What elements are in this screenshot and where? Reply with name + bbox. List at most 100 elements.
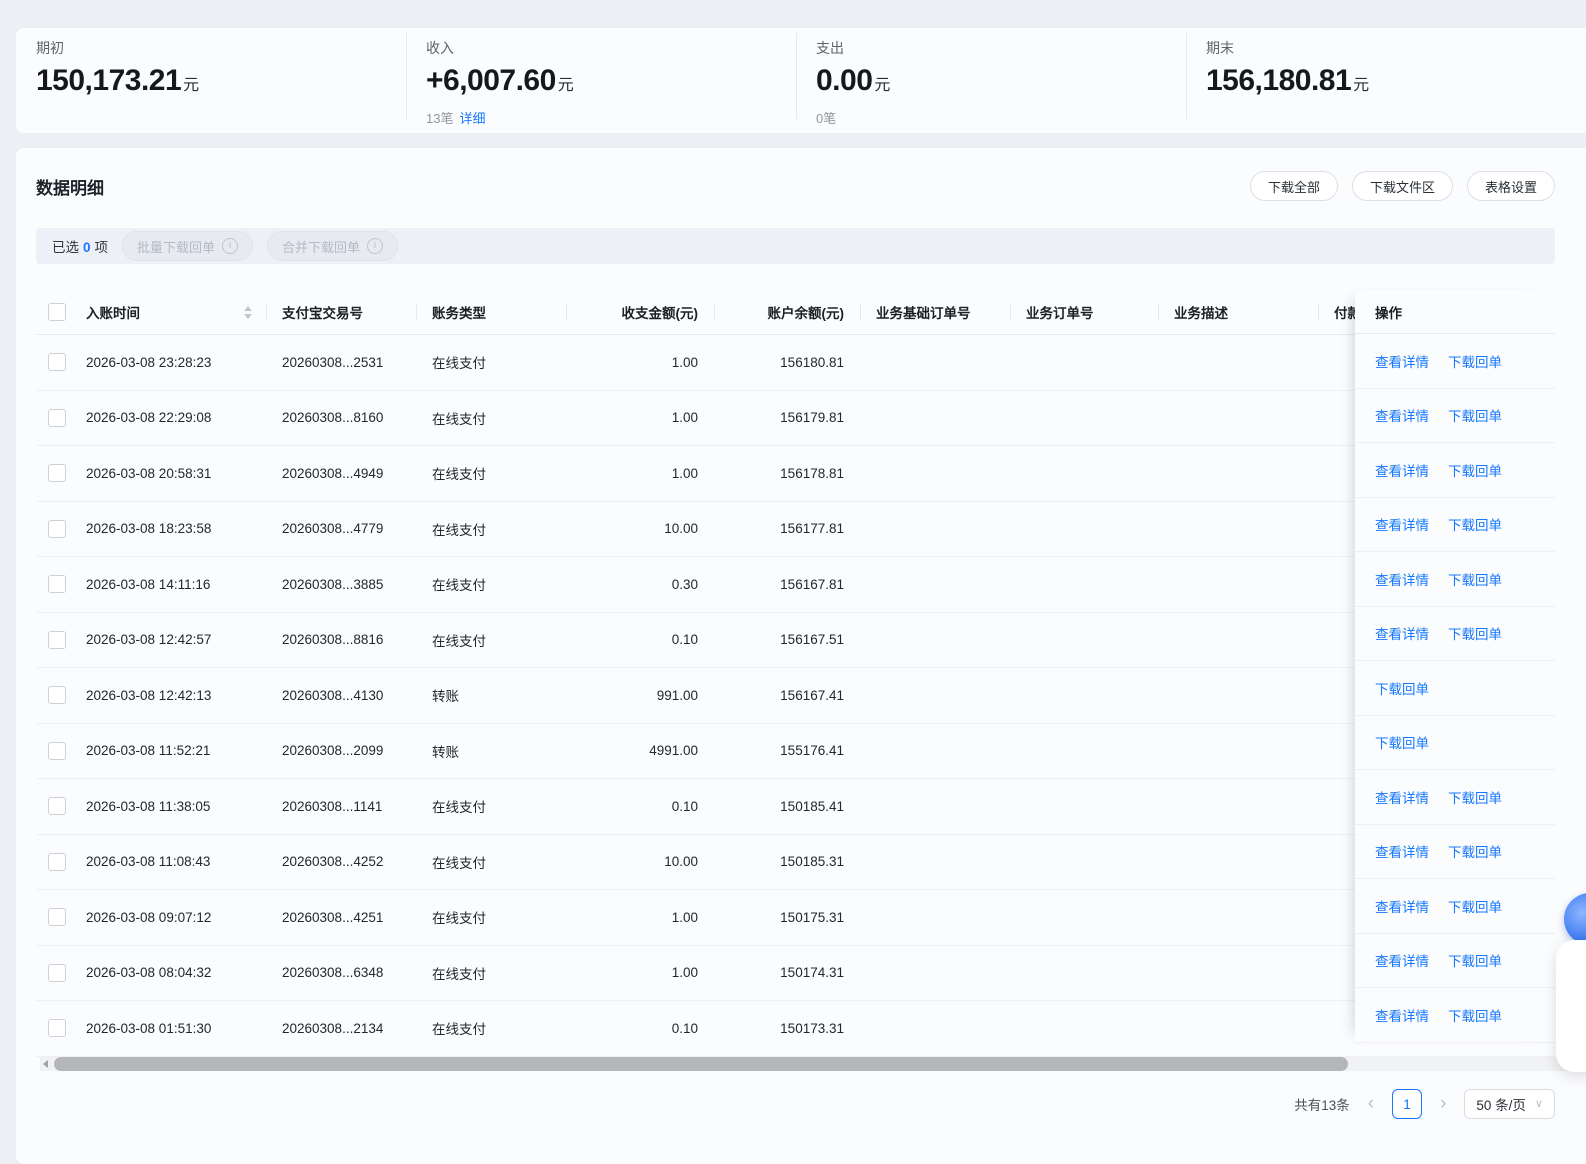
currency-unit: 元 <box>1353 77 1369 94</box>
row-checkbox[interactable] <box>48 353 66 371</box>
cell-checkbox <box>36 890 84 945</box>
cell-desc <box>1158 1001 1318 1056</box>
download-receipt-link[interactable]: 下载回单 <box>1448 950 1502 970</box>
table-settings-button[interactable]: 表格设置 <box>1467 171 1555 201</box>
sort-icon[interactable] <box>244 306 252 319</box>
download-receipt-link[interactable]: 下载回单 <box>1448 623 1502 643</box>
download-receipt-link[interactable]: 下载回单 <box>1448 569 1502 589</box>
download-receipt-link[interactable]: 下载回单 <box>1375 732 1429 752</box>
view-detail-link[interactable]: 查看详情 <box>1375 514 1429 534</box>
download-receipt-link[interactable]: 下载回单 <box>1448 1005 1502 1025</box>
view-detail-link[interactable]: 查看详情 <box>1375 950 1429 970</box>
view-detail-link[interactable]: 查看详情 <box>1375 787 1429 807</box>
column-header-checkbox <box>36 290 84 334</box>
row-checkbox[interactable] <box>48 409 66 427</box>
cell-order <box>1010 835 1158 890</box>
cell-txn: 20260308...2099 <box>266 724 416 779</box>
summary-label: 支出 <box>816 38 1186 58</box>
page-size-select[interactable]: 50 条/页∨ <box>1464 1089 1555 1119</box>
row-checkbox[interactable] <box>48 853 66 871</box>
currency-unit: 元 <box>558 77 574 94</box>
column-header-balance: 账户余额(元) <box>714 290 860 334</box>
cell-type: 转账 <box>416 724 566 779</box>
floating-side-panel[interactable] <box>1556 940 1586 1072</box>
next-page-button[interactable]: › <box>1438 1094 1448 1113</box>
data-detail-panel: 数据明细 下载全部 下载文件区 表格设置 已选0项 批量下载回单i 合并下载回单… <box>16 148 1586 1164</box>
view-detail-link[interactable]: 查看详情 <box>1375 841 1429 861</box>
row-checkbox[interactable] <box>48 575 66 593</box>
cell-balance: 150185.31 <box>714 835 860 890</box>
summary-expense: 支出 0.00元 0笔 <box>796 28 1186 133</box>
row-checkbox[interactable] <box>48 520 66 538</box>
cell-balance: 150173.31 <box>714 1001 860 1056</box>
view-detail-link[interactable]: 查看详情 <box>1375 460 1429 480</box>
download-receipt-link[interactable]: 下载回单 <box>1448 514 1502 534</box>
prev-page-button[interactable]: ‹ <box>1366 1094 1376 1113</box>
cell-base_order <box>860 724 1010 779</box>
column-header-txn: 支付宝交易号 <box>266 290 416 334</box>
cell-time: 2026-03-08 11:08:43 <box>84 835 266 890</box>
download-receipt-link[interactable]: 下载回单 <box>1448 896 1502 916</box>
merge-download-button[interactable]: 合并下载回单i <box>267 231 398 261</box>
scrollbar-thumb[interactable] <box>54 1057 1348 1071</box>
cell-time: 2026-03-08 18:23:58 <box>84 502 266 557</box>
row-actions: 查看详情下载回单 <box>1355 607 1555 662</box>
cell-time: 2026-03-08 11:38:05 <box>84 779 266 834</box>
row-checkbox[interactable] <box>48 908 66 926</box>
cell-time: 2026-03-08 11:52:21 <box>84 724 266 779</box>
view-detail-link[interactable]: 查看详情 <box>1375 405 1429 425</box>
cell-amount: 1.00 <box>566 890 714 945</box>
row-checkbox[interactable] <box>48 631 66 649</box>
column-header-time: 入账时间 <box>84 290 266 334</box>
download-receipt-link[interactable]: 下载回单 <box>1448 351 1502 371</box>
download-receipt-link[interactable]: 下载回单 <box>1448 787 1502 807</box>
cell-txn: 20260308...1141 <box>266 779 416 834</box>
select-all-checkbox[interactable] <box>48 303 66 321</box>
view-detail-link[interactable]: 查看详情 <box>1375 1005 1429 1025</box>
row-checkbox[interactable] <box>48 464 66 482</box>
row-checkbox[interactable] <box>48 964 66 982</box>
column-header-label: 收支金额(元) <box>622 302 699 322</box>
view-detail-link[interactable]: 查看详情 <box>1375 896 1429 916</box>
selection-count: 0 <box>83 240 91 255</box>
cell-time: 2026-03-08 22:29:08 <box>84 391 266 446</box>
row-checkbox[interactable] <box>48 1019 66 1037</box>
download-all-button[interactable]: 下载全部 <box>1250 171 1338 201</box>
cell-time: 2026-03-08 14:11:16 <box>84 557 266 612</box>
cell-checkbox <box>36 946 84 1001</box>
selection-bar: 已选0项 批量下载回单i 合并下载回单i <box>36 228 1555 264</box>
toolbar: 下载全部 下载文件区 表格设置 <box>1250 171 1555 201</box>
income-detail-link[interactable]: 详细 <box>459 111 485 126</box>
cell-balance: 150175.31 <box>714 890 860 945</box>
download-receipt-link[interactable]: 下载回单 <box>1375 678 1429 698</box>
view-detail-link[interactable]: 查看详情 <box>1375 569 1429 589</box>
cell-type: 在线支付 <box>416 335 566 390</box>
cell-base_order <box>860 835 1010 890</box>
cell-checkbox <box>36 835 84 890</box>
download-receipt-link[interactable]: 下载回单 <box>1448 405 1502 425</box>
cell-order <box>1010 391 1158 446</box>
row-checkbox[interactable] <box>48 686 66 704</box>
download-receipt-link[interactable]: 下载回单 <box>1448 841 1502 861</box>
cell-checkbox <box>36 668 84 723</box>
row-actions: 查看详情下载回单 <box>1355 934 1555 989</box>
column-header-order: 业务订单号 <box>1010 290 1158 334</box>
summary-sub: 0笔 <box>816 111 1186 127</box>
column-header-label: 入账时间 <box>86 302 140 322</box>
cell-balance: 156167.51 <box>714 613 860 668</box>
summary-label: 期初 <box>36 38 406 58</box>
download-zone-button[interactable]: 下载文件区 <box>1352 171 1453 201</box>
cell-order <box>1010 724 1158 779</box>
view-detail-link[interactable]: 查看详情 <box>1375 623 1429 643</box>
cell-balance: 150174.31 <box>714 946 860 1001</box>
batch-download-button[interactable]: 批量下载回单i <box>122 231 253 261</box>
horizontal-scrollbar[interactable] <box>40 1057 1570 1071</box>
table-row: 2026-03-08 08:04:3220260308...6348在线支付1.… <box>36 946 1555 1002</box>
view-detail-link[interactable]: 查看详情 <box>1375 351 1429 371</box>
row-checkbox[interactable] <box>48 742 66 760</box>
ops-column-body: 查看详情下载回单查看详情下载回单查看详情下载回单查看详情下载回单查看详情下载回单… <box>1355 334 1555 1043</box>
scroll-left-arrow[interactable] <box>43 1060 48 1068</box>
download-receipt-link[interactable]: 下载回单 <box>1448 460 1502 480</box>
row-checkbox[interactable] <box>48 797 66 815</box>
page-number[interactable]: 1 <box>1392 1089 1422 1119</box>
